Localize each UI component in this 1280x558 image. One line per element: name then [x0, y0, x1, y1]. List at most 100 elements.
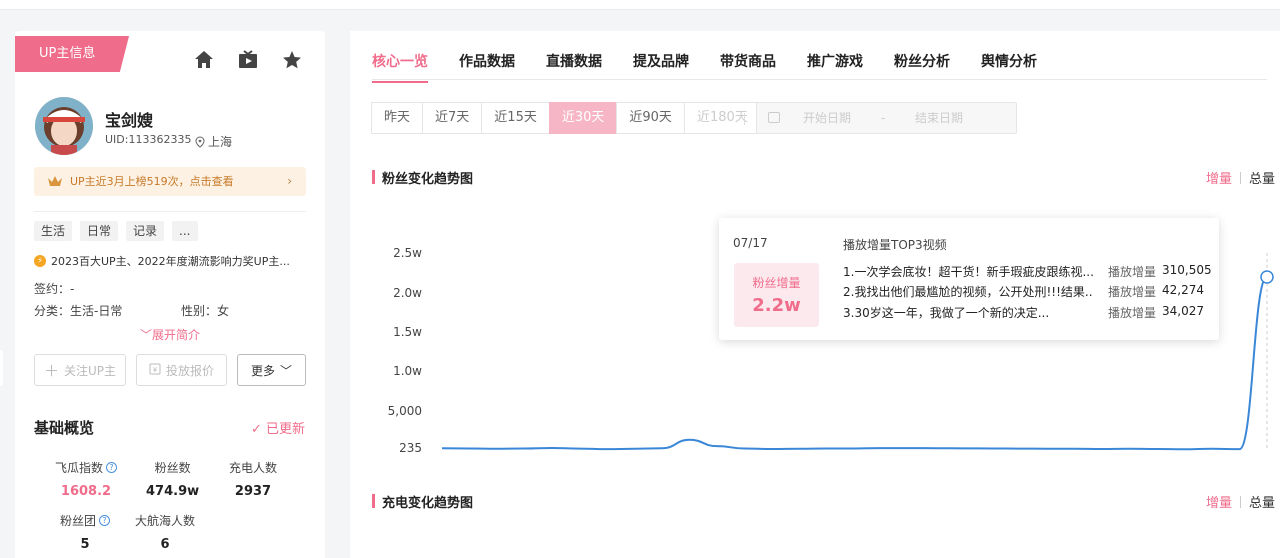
crown-icon — [48, 176, 62, 186]
more-label: 更多 — [250, 363, 275, 378]
tooltip-title: 播放增量TOP3视频 — [843, 238, 947, 252]
stat-value: 474.9w — [146, 484, 200, 499]
avatar[interactable] — [35, 97, 93, 155]
fan-increment-box: 粉丝增量 2.2w — [734, 263, 819, 327]
divider — [34, 211, 306, 212]
tag-item[interactable]: 日常 — [80, 221, 119, 241]
y-tick-label: 1.5w — [393, 325, 422, 339]
tab-sentiment[interactable]: 舆情分析 — [981, 51, 1037, 81]
sign-label: 签约： — [34, 282, 71, 296]
fans-chart-title: 粉丝变化趋势图 — [372, 168, 473, 187]
y-tick-label: 235 — [399, 441, 422, 455]
expand-intro-link[interactable]: ﹀展开简介 — [140, 326, 200, 343]
play-value: 42,274 — [1162, 283, 1204, 297]
play-label: 播放增量 — [1108, 285, 1157, 299]
ranking-banner-text: UP主近3月上榜519次，点击查看 — [70, 175, 234, 188]
category-row: 分类：生活-日常 — [34, 302, 122, 319]
play-label: 播放增量 — [1108, 306, 1157, 320]
check-icon: ✓ — [251, 422, 262, 437]
tag-item[interactable]: 记录 — [126, 221, 165, 241]
star-icon[interactable] — [281, 49, 303, 71]
svg-text:¥: ¥ — [153, 366, 158, 374]
gender-label: 性别： — [181, 304, 218, 318]
home-icon[interactable] — [193, 49, 215, 71]
tab-fans[interactable]: 粉丝分析 — [894, 51, 950, 81]
up-profile-card: UP主信息 宝剑嫂 UID:113362335 上海 UP主近3月上榜519次，… — [15, 31, 325, 558]
tag-item[interactable]: 生活 — [34, 221, 73, 241]
help-icon[interactable]: ? — [99, 515, 111, 526]
main-panel: 核心一览 作品数据 直播数据 提及品牌 带货商品 推广游戏 粉丝分析 舆情分析 … — [350, 31, 1280, 558]
divider — [744, 113, 745, 125]
toggle-total[interactable]: 总量 — [1249, 168, 1275, 187]
tab-goods[interactable]: 带货商品 — [720, 51, 776, 81]
fans-chart-toggle: 增量 总量 — [1206, 168, 1275, 187]
y-tick-label: 2.0w — [393, 286, 422, 300]
top-bar — [0, 0, 1280, 10]
y-tick-label: 1.0w — [393, 364, 422, 378]
up-name: 宝剑嫂 — [105, 111, 154, 130]
category-value: 生活-日常 — [70, 304, 123, 318]
ad-quote-button[interactable]: ¥ 投放报价 — [136, 354, 227, 386]
toggle-total[interactable]: 总量 — [1249, 492, 1275, 511]
video-title: 3.30岁这一年，我做了一个新的决定... — [843, 306, 1050, 320]
ad-quote-label: 投放报价 — [165, 363, 214, 378]
tab-works[interactable]: 作品数据 — [459, 51, 515, 81]
date-option-90d[interactable]: 近90天 — [616, 102, 685, 134]
overview-title: 基础概览 — [34, 419, 95, 437]
play-value: 34,027 — [1162, 304, 1204, 318]
date-option-30d[interactable]: 近30天 — [548, 102, 618, 134]
date-option-15d[interactable]: 近15天 — [481, 102, 550, 134]
chart-tooltip: 07/17 播放增量TOP3视频 粉丝增量 2.2w 1.一次学会底妆！超干货！… — [719, 218, 1219, 340]
tag-list: 生活 日常 记录 ... — [34, 221, 198, 241]
video-title: 1.一次学会底妆！超干货！新手瑕疵皮跟练视... — [843, 265, 1093, 279]
stat-value: 2937 — [234, 484, 272, 499]
tag-more[interactable]: ... — [172, 221, 198, 241]
chevron-down-icon: ﹀ — [140, 328, 153, 342]
video-icon[interactable] — [237, 49, 259, 71]
tab-brands[interactable]: 提及品牌 — [633, 51, 689, 81]
fan-increment-value: 2.2w — [752, 295, 801, 316]
ranking-banner[interactable]: UP主近3月上榜519次，点击查看 › — [34, 167, 306, 196]
charge-chart-title: 充电变化趋势图 — [372, 492, 473, 511]
award-icon: ⚡ — [34, 255, 46, 267]
stat-label: 粉丝团 — [60, 514, 97, 528]
range-dash: - — [881, 111, 886, 125]
tab-live[interactable]: 直播数据 — [546, 51, 602, 81]
stat-feigua-index: 飞瓜指数? 1608.2 — [55, 459, 118, 499]
y-tick-label: 2.5w — [393, 246, 422, 260]
expand-intro-text: 展开简介 — [152, 328, 201, 342]
location: 上海 — [195, 133, 232, 150]
follow-up-button[interactable]: ＋ 关注UP主 — [34, 354, 126, 386]
date-range-picker[interactable]: 开始日期 - 结束日期 — [756, 102, 1017, 134]
plus-icon: ＋ — [43, 361, 59, 380]
gender-value: 女 — [217, 304, 230, 318]
sidebar-collapse-handle[interactable] — [0, 350, 3, 386]
date-option-7d[interactable]: 近7天 — [422, 102, 483, 134]
stat-fans: 粉丝数 474.9w — [146, 459, 199, 499]
quote-icon: ¥ — [149, 363, 161, 378]
highlight-point — [1260, 270, 1274, 284]
stat-label: 大航海人数 — [135, 514, 196, 528]
up-uid: UID:113362335 — [105, 133, 192, 146]
updated-status: ✓ 已更新 — [251, 418, 305, 437]
date-option-yesterday[interactable]: 昨天 — [371, 102, 424, 134]
location-text: 上海 — [208, 135, 233, 149]
start-date-input[interactable]: 开始日期 — [803, 103, 851, 133]
tab-games[interactable]: 推广游戏 — [807, 51, 863, 81]
help-icon[interactable]: ? — [106, 462, 118, 473]
play-value: 310,505 — [1162, 263, 1212, 277]
stat-label: 粉丝数 — [154, 461, 191, 475]
toggle-increment[interactable]: 增量 — [1206, 492, 1232, 511]
award-line: ⚡ 2023百大UP主、2022年度潮流影响力奖UP主... — [34, 253, 290, 269]
sign-value: - — [70, 282, 75, 296]
location-pin-icon — [195, 135, 205, 148]
end-date-input[interactable]: 结束日期 — [915, 103, 963, 133]
toggle-increment[interactable]: 增量 — [1206, 168, 1232, 187]
tab-core[interactable]: 核心一览 — [372, 51, 428, 83]
stat-fleet: 大航海人数 6 — [135, 512, 195, 552]
award-text: 2023百大UP主、2022年度潮流影响力奖UP主... — [51, 255, 290, 268]
category-label: 分类： — [34, 304, 71, 318]
stat-charge: 充电人数 2937 — [229, 459, 277, 499]
more-button[interactable]: 更多 ﹀ — [237, 354, 306, 386]
date-option-180d[interactable]: 近180天 — [683, 102, 761, 134]
